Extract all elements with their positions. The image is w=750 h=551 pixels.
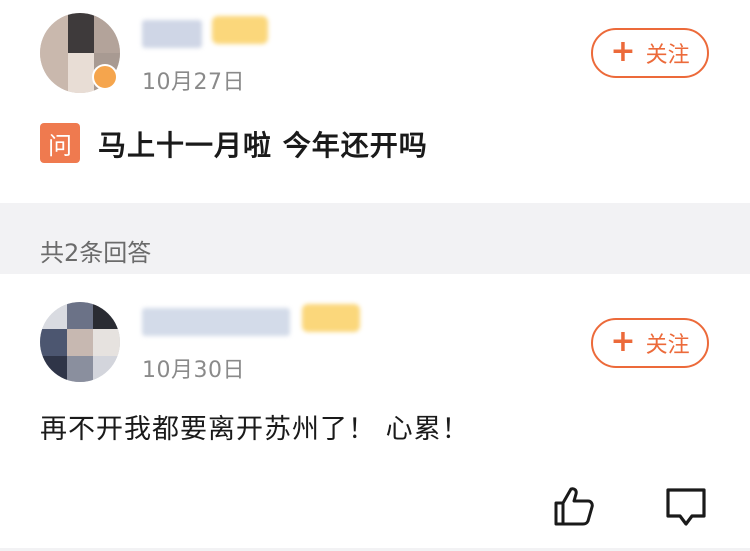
thumbs-up-icon[interactable] (552, 484, 596, 528)
question-mark-badge: 问 (40, 123, 80, 163)
follow-button[interactable]: + 关注 (591, 318, 709, 368)
question-card: 10月27日 + 关注 问 马上十一月啦 今年还开吗 (0, 0, 750, 203)
follow-label: 关注 (645, 333, 690, 358)
plus-icon: + (610, 33, 636, 69)
post-date: 10月27日 (142, 70, 245, 95)
follow-button[interactable]: + 关注 (591, 28, 709, 78)
vip-badge-icon (92, 64, 118, 90)
username[interactable] (142, 20, 202, 48)
vip-level-badge (302, 304, 360, 332)
follow-label: 关注 (645, 43, 690, 68)
answers-count-label: 共2条回答 (40, 239, 152, 267)
username[interactable] (142, 308, 290, 336)
plus-icon: + (610, 323, 636, 359)
comment-icon[interactable] (664, 486, 708, 530)
answer-text: 再不开我都要离开苏州了！ 心累！ (40, 414, 470, 445)
question-text: 马上十一月啦 今年还开吗 (98, 129, 428, 162)
answer-date: 10月30日 (142, 358, 245, 383)
answers-count-header: 共2条回答 (0, 203, 750, 274)
avatar[interactable] (40, 302, 120, 382)
vip-level-badge (212, 16, 268, 44)
qa-page: 10月27日 + 关注 问 马上十一月啦 今年还开吗 共2条回答 10月30日 … (0, 0, 750, 551)
